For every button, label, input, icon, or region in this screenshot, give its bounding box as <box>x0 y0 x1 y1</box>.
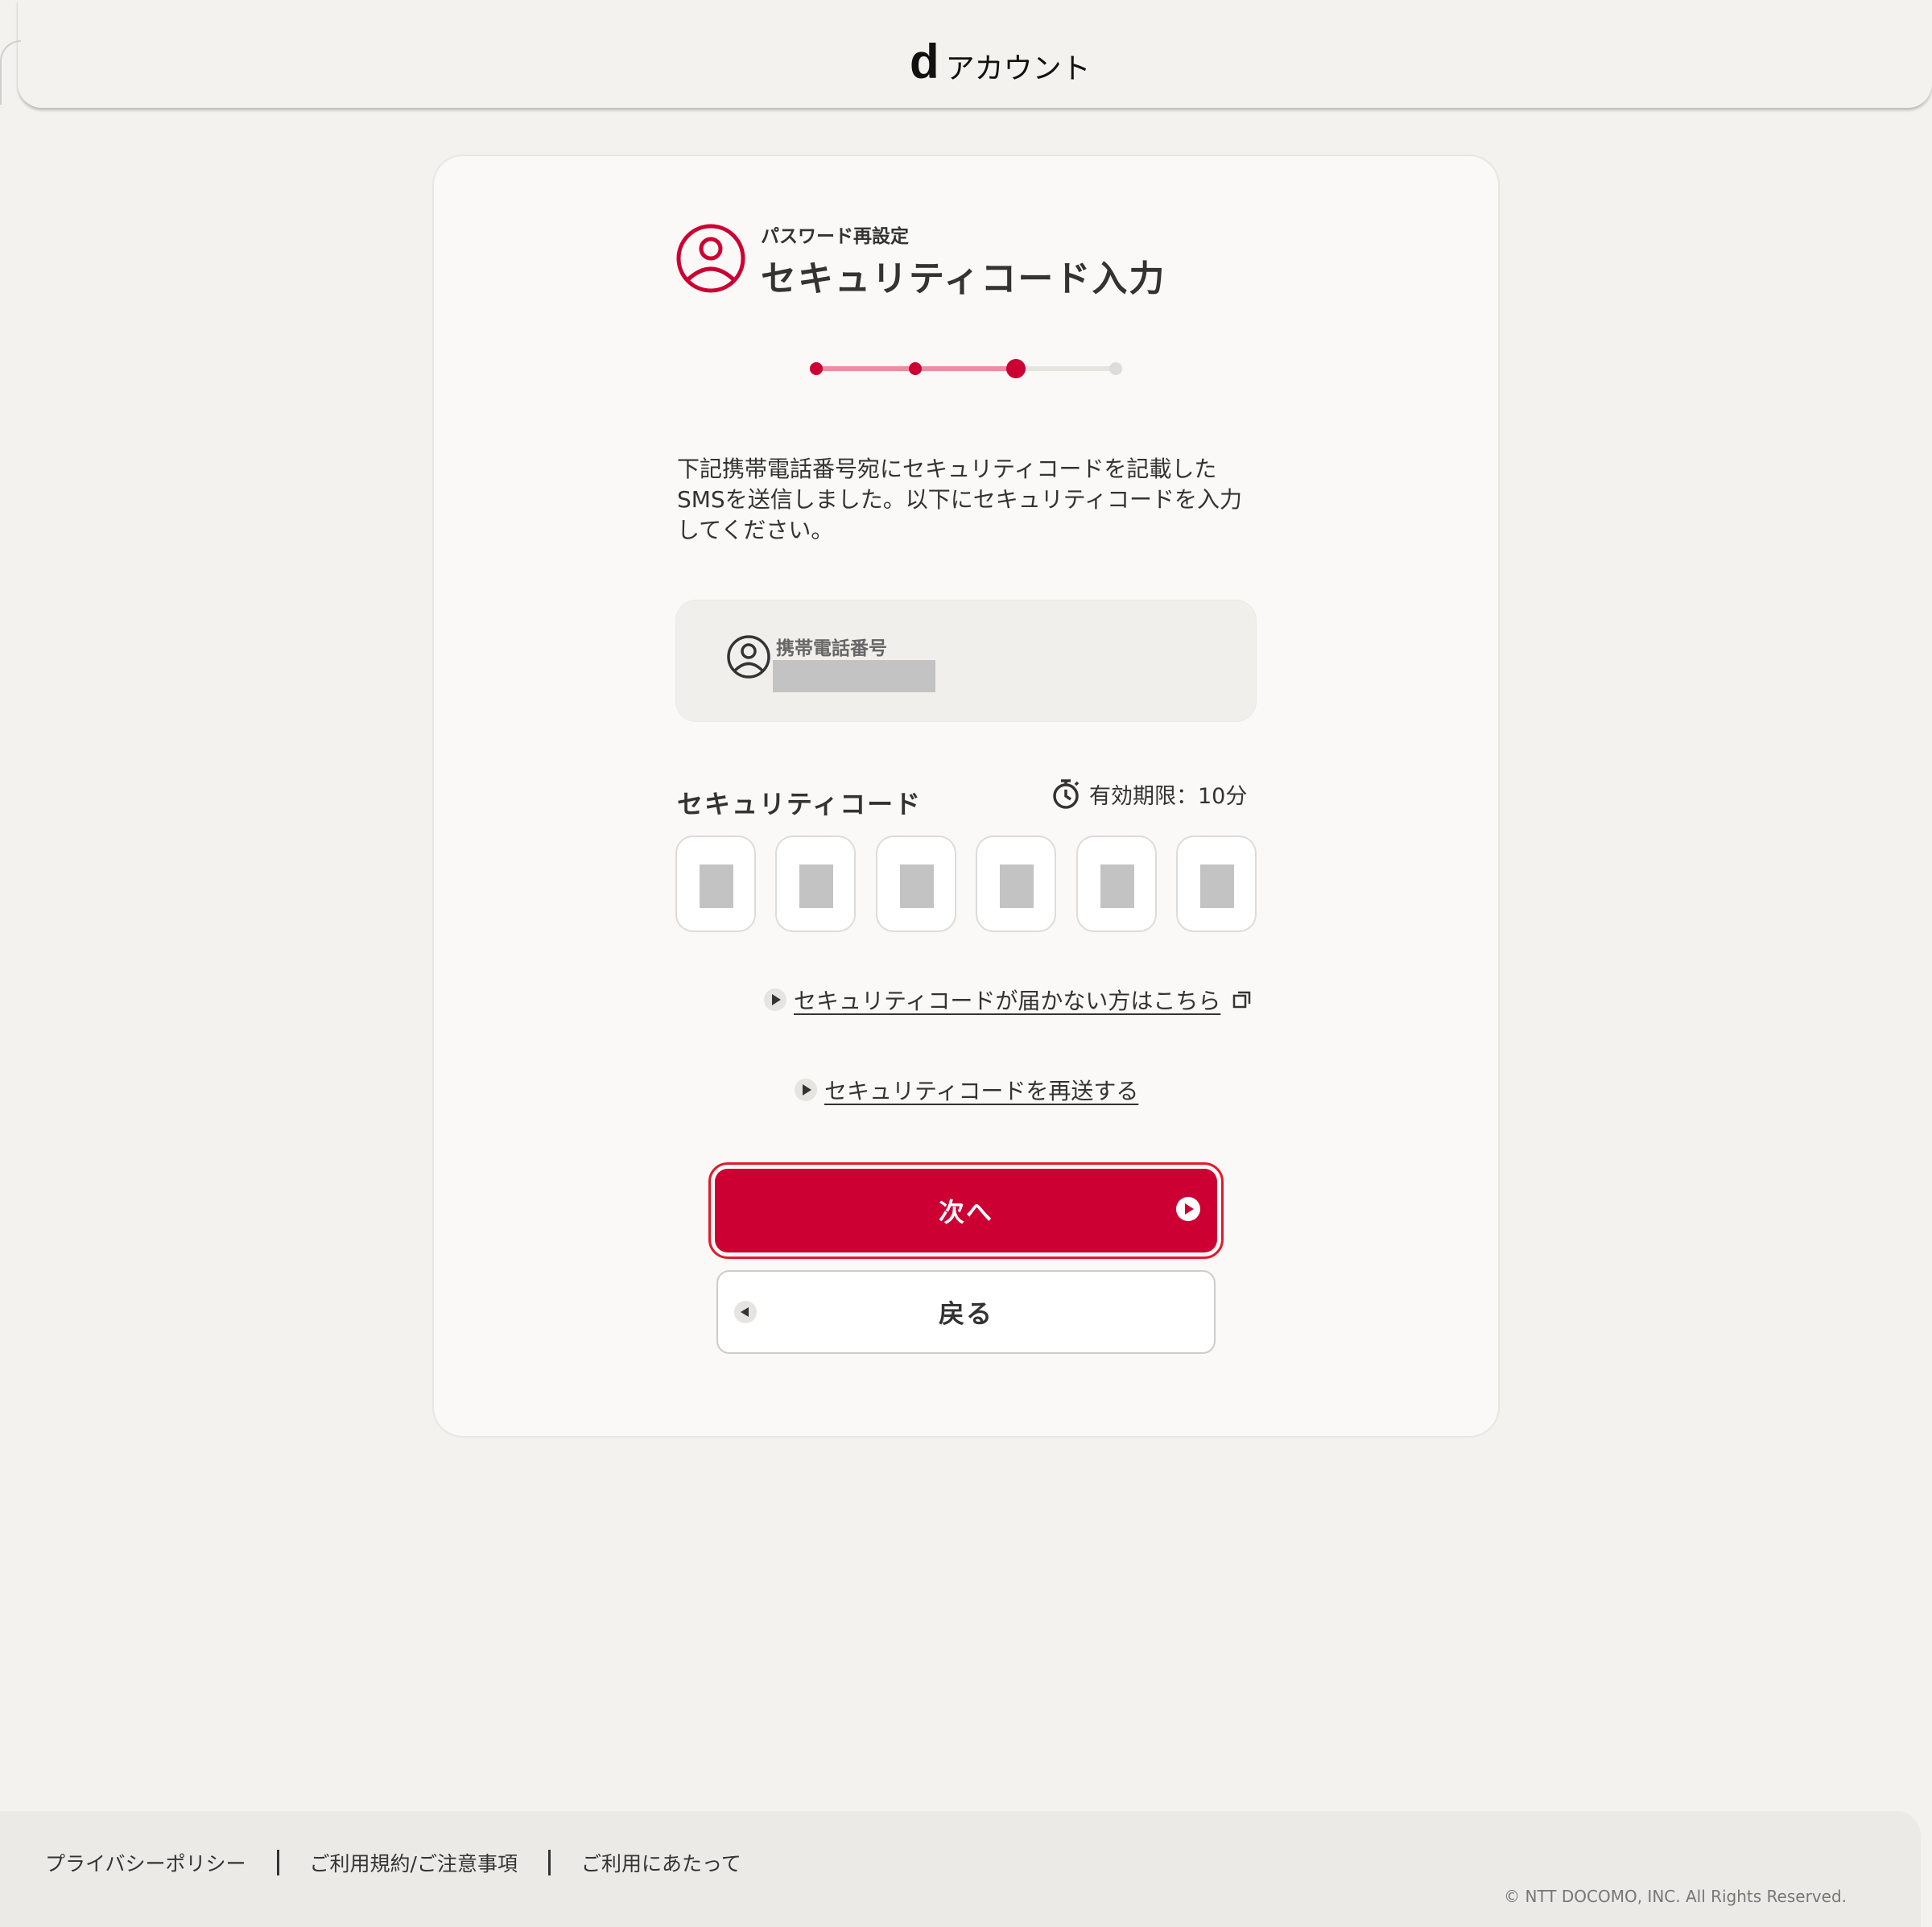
stepper-dot-2 <box>909 362 922 375</box>
phone-number-box: 携帯電話番号 <box>675 600 1257 722</box>
stepper-dot-3 <box>1006 359 1026 378</box>
code-digit-input-1[interactable] <box>675 836 756 932</box>
next-button-label: 次へ <box>938 1197 993 1228</box>
page-subtitle: パスワード再設定 <box>761 226 909 247</box>
expiry-info: 有効期限：10分 <box>1051 778 1247 810</box>
user-circle-icon <box>676 224 745 293</box>
terms-link[interactable]: ご利用規約/ご注意事項 <box>310 1848 518 1877</box>
page-footer: プライバシーポリシー ご利用規約/ご注意事項 ご利用にあたって © NTT DO… <box>0 1811 1921 1927</box>
progress-stepper <box>810 359 1122 378</box>
stepper-dot-1 <box>810 362 823 375</box>
security-code-inputs <box>675 836 1257 932</box>
code-not-received-link[interactable]: セキュリティコードが届かない方はこちら <box>763 984 1253 1016</box>
code-digit-redacted <box>799 864 834 908</box>
code-digit-input-4[interactable] <box>976 836 1057 932</box>
back-arrow-icon <box>734 1301 757 1323</box>
stepper-dot-4 <box>1109 362 1122 375</box>
code-digit-redacted <box>1000 864 1034 908</box>
phone-number-redacted <box>773 660 935 692</box>
footer-divider <box>547 1850 551 1875</box>
instruction-text: 下記携帯電話番号宛にセキュリティコードを記載したSMSを送信しました。以下にセキ… <box>677 456 1243 543</box>
code-not-received-text: セキュリティコードが届かない方はこちら <box>794 988 1221 1014</box>
code-digit-input-3[interactable] <box>875 836 956 932</box>
logo-text: アカウント <box>945 52 1091 85</box>
code-digit-input-2[interactable] <box>775 836 857 932</box>
code-digit-input-5[interactable] <box>1075 836 1157 932</box>
code-digit-input-6[interactable] <box>1175 836 1257 932</box>
expiry-text: 有効期限：10分 <box>1089 783 1248 809</box>
play-arrow-icon <box>764 988 786 1011</box>
privacy-policy-link[interactable]: プライバシーポリシー <box>45 1848 246 1877</box>
d-account-logo[interactable]: d アカウント <box>910 38 1091 87</box>
stopwatch-icon <box>1053 779 1080 809</box>
external-window-icon <box>1233 991 1251 1009</box>
header-corner-decoration <box>0 40 21 105</box>
code-digit-redacted <box>1100 864 1134 908</box>
copyright-text: © NTT DOCOMO, INC. All Rights Reserved. <box>1504 1887 1847 1906</box>
code-digit-redacted <box>1199 864 1234 908</box>
back-button-label: 戻る <box>938 1298 993 1329</box>
footer-links: プライバシーポリシー ご利用規約/ご注意事項 ご利用にあたって <box>45 1848 741 1877</box>
user-circle-icon <box>727 635 770 679</box>
logo-mark: d <box>910 35 939 89</box>
app-header: d アカウント <box>18 0 1932 108</box>
usage-notes-link[interactable]: ご利用にあたって <box>581 1848 741 1877</box>
play-circle-icon <box>1176 1197 1200 1221</box>
footer-divider <box>276 1850 279 1875</box>
phone-number-label: 携帯電話番号 <box>776 638 887 659</box>
resend-code-text: セキュリティコードを再送する <box>824 1078 1139 1104</box>
security-code-label: セキュリティコード <box>677 789 923 819</box>
resend-code-link[interactable]: セキュリティコードを再送する <box>794 1074 1138 1106</box>
code-digit-redacted <box>700 864 733 908</box>
back-button[interactable]: 戻る <box>716 1270 1216 1354</box>
page-title: セキュリティコード入力 <box>761 258 1166 299</box>
play-arrow-icon <box>795 1079 817 1101</box>
code-digit-redacted <box>899 864 934 908</box>
next-button[interactable]: 次へ <box>708 1162 1224 1259</box>
